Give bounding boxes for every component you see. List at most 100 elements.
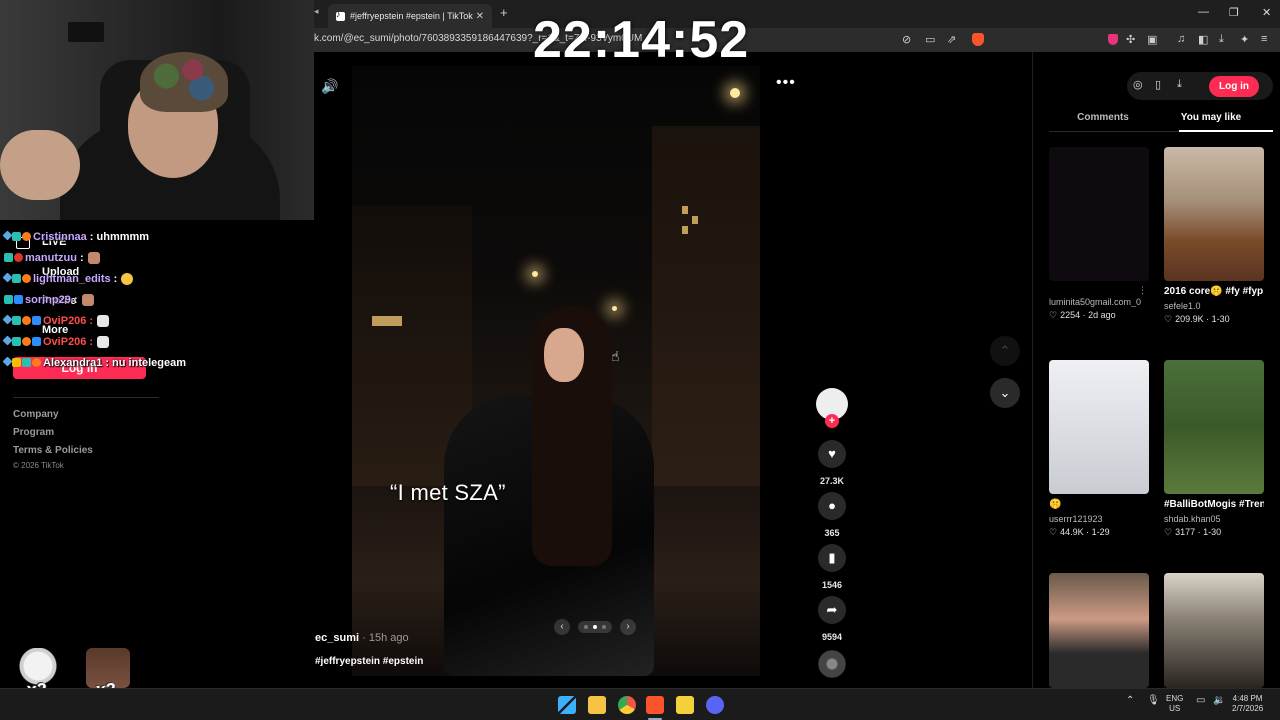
region-code: US bbox=[1169, 704, 1181, 713]
card-user[interactable]: sefele1.0 bbox=[1164, 301, 1264, 311]
card-thumbnail[interactable] bbox=[1049, 573, 1149, 688]
chat-username: Alexandra1 bbox=[43, 356, 103, 369]
previous-post-chevron-up-icon[interactable]: ⌃ bbox=[990, 336, 1020, 366]
recommended-card[interactable]: #BalliBotMogis #TrendingReels... shdab.k… bbox=[1164, 360, 1264, 538]
share-icon[interactable]: ⇗ bbox=[947, 33, 956, 46]
music-icon[interactable]: ♫ bbox=[1177, 33, 1185, 45]
card-more-icon[interactable]: ⋮ bbox=[1138, 285, 1147, 296]
recommended-card[interactable] bbox=[1049, 573, 1149, 688]
login-button[interactable]: Log in bbox=[1209, 76, 1259, 97]
chat-badges bbox=[2, 272, 31, 283]
language-indicator[interactable]: ENG US bbox=[1166, 694, 1183, 714]
carousel-dot[interactable] bbox=[602, 625, 606, 629]
recommended-card[interactable]: ⋮ luminita50gmail.com_0 ♡ 2254 · 2d ago bbox=[1049, 147, 1149, 321]
next-photo-icon[interactable]: › bbox=[620, 619, 636, 635]
tab-scroll-left-icon[interactable]: ◂ bbox=[314, 6, 319, 17]
sidebar-icon[interactable]: ◧ bbox=[1198, 33, 1208, 46]
music-disc-icon[interactable] bbox=[818, 650, 846, 678]
bits-badge-icon bbox=[32, 358, 41, 367]
carousel-dot[interactable] bbox=[584, 625, 588, 629]
vpn-icon[interactable] bbox=[1108, 34, 1118, 45]
bookmark-icon[interactable]: ▮ bbox=[818, 544, 846, 572]
author-name[interactable]: ec_sumi bbox=[315, 632, 359, 644]
wallet-icon[interactable]: ▣ bbox=[1147, 33, 1157, 46]
sub-badge-icon bbox=[4, 253, 13, 262]
stat-sep: · bbox=[1083, 527, 1092, 537]
card-thumbnail[interactable] bbox=[1164, 573, 1264, 688]
system-clock[interactable]: 4:48 PM 2/7/2026 bbox=[1232, 694, 1263, 714]
discord-icon[interactable] bbox=[706, 696, 724, 714]
browser-tab[interactable]: #jeffryepstein #epstein | TikTok ✕ bbox=[328, 4, 492, 28]
no-tracking-icon[interactable]: ⊘ bbox=[902, 33, 911, 46]
card-user[interactable]: shdab.khan05 bbox=[1164, 514, 1264, 524]
volume-tray-icon[interactable]: 🔉 bbox=[1213, 695, 1225, 706]
network-icon[interactable]: ▭ bbox=[1196, 695, 1205, 706]
phone-icon[interactable]: ▯ bbox=[1155, 78, 1161, 91]
recommended-card[interactable]: 2016 core🤫 #fy #fyp #forupage... sefele1… bbox=[1164, 147, 1264, 325]
recommended-card[interactable]: 🤫 userrr121923 ♡ 44.9K · 1-29 bbox=[1049, 360, 1149, 538]
street-lamp bbox=[612, 306, 617, 311]
leo-icon[interactable]: ✦ bbox=[1240, 33, 1249, 46]
chat-badges bbox=[2, 230, 31, 241]
share-count: 9594 bbox=[821, 632, 843, 642]
bits-badge-icon bbox=[22, 232, 31, 241]
comment-icon[interactable]: ● bbox=[818, 492, 846, 520]
coin-icon[interactable]: ◎ bbox=[1133, 78, 1143, 91]
restore-icon[interactable]: ❐ bbox=[1229, 6, 1239, 19]
cast-icon[interactable]: ▭ bbox=[925, 33, 935, 46]
card-title[interactable]: 🤫 bbox=[1049, 498, 1149, 512]
footer-company[interactable]: Company bbox=[13, 409, 59, 420]
chat-colon: : bbox=[73, 293, 78, 306]
card-thumbnail[interactable] bbox=[1049, 147, 1149, 281]
brave-shields-icon[interactable] bbox=[972, 33, 984, 46]
divider bbox=[13, 397, 159, 398]
extensions-icon[interactable]: ✣ bbox=[1126, 33, 1135, 46]
prev-photo-icon[interactable]: ‹ bbox=[554, 619, 570, 635]
carousel-dot[interactable] bbox=[593, 625, 597, 629]
tab-you-may-like[interactable]: You may like bbox=[1157, 112, 1265, 123]
share-arrow-icon[interactable]: ➦ bbox=[818, 596, 846, 624]
follow-plus-icon[interactable]: + bbox=[825, 414, 839, 428]
photo-caption: “I met SZA” bbox=[390, 480, 506, 505]
minimize-icon[interactable]: — bbox=[1198, 6, 1209, 18]
tray-overflow-chevron-icon[interactable]: ⌃ bbox=[1126, 695, 1134, 706]
bits-badge-icon bbox=[22, 274, 31, 283]
card-thumbnail[interactable] bbox=[1164, 147, 1264, 281]
card-user[interactable]: userrr121923 bbox=[1049, 514, 1149, 524]
like-heart-icon[interactable]: ♥ bbox=[818, 440, 846, 468]
windows-start-icon[interactable] bbox=[558, 696, 576, 714]
card-thumbnail[interactable] bbox=[1049, 360, 1149, 494]
card-stats: ♡ 209.9K · 1-30 bbox=[1164, 314, 1264, 325]
card-title[interactable]: #BalliBotMogis #TrendingReels... bbox=[1164, 498, 1264, 512]
recommended-card[interactable] bbox=[1164, 573, 1264, 688]
windows-taskbar: ⌃ 🎙 ENG US ▭ 🔉 4:48 PM 2/7/2026 bbox=[0, 688, 1280, 720]
new-tab-icon[interactable]: + bbox=[500, 5, 508, 20]
tab-comments[interactable]: Comments bbox=[1049, 112, 1157, 123]
more-options-icon[interactable]: ••• bbox=[776, 74, 796, 92]
chat-colon: : bbox=[79, 251, 84, 264]
card-user[interactable]: luminita50gmail.com_0 bbox=[1049, 297, 1149, 307]
close-window-icon[interactable]: ✕ bbox=[1262, 6, 1271, 19]
post-photo[interactable]: “I met SZA” ‹ › bbox=[352, 66, 760, 676]
tab-title: #jeffryepstein #epstein | TikTok bbox=[350, 11, 473, 21]
next-post-chevron-down-icon[interactable]: ⌄ bbox=[990, 378, 1020, 408]
file-explorer-icon[interactable] bbox=[588, 696, 606, 714]
brave-icon[interactable] bbox=[646, 696, 664, 714]
address-bar[interactable]: k.com/@ec_sumi/photo/7603893359186447639… bbox=[314, 28, 1280, 52]
app-icon[interactable] bbox=[676, 696, 694, 714]
card-title[interactable]: 2016 core🤫 #fy #fyp #forupage... bbox=[1164, 285, 1264, 299]
downloads-icon[interactable]: ⤓ bbox=[1219, 33, 1224, 46]
close-tab-icon[interactable]: ✕ bbox=[476, 11, 484, 22]
post-hashtags[interactable]: #jeffryepstein #epstein bbox=[315, 656, 423, 667]
microphone-icon[interactable]: 🎙 bbox=[1147, 695, 1160, 706]
footer-program[interactable]: Program bbox=[13, 427, 54, 438]
card-date: 1-30 bbox=[1203, 527, 1222, 537]
webcam-overlay bbox=[0, 0, 314, 220]
bits-badge-icon bbox=[22, 337, 31, 346]
chrome-icon[interactable] bbox=[618, 696, 636, 714]
menu-icon[interactable]: ≡ bbox=[1261, 33, 1267, 45]
footer-terms[interactable]: Terms & Policies bbox=[13, 445, 93, 456]
volume-icon[interactable]: 🔊 bbox=[321, 78, 338, 95]
card-thumbnail[interactable] bbox=[1164, 360, 1264, 494]
download-icon[interactable]: ⤓ bbox=[1177, 78, 1182, 91]
